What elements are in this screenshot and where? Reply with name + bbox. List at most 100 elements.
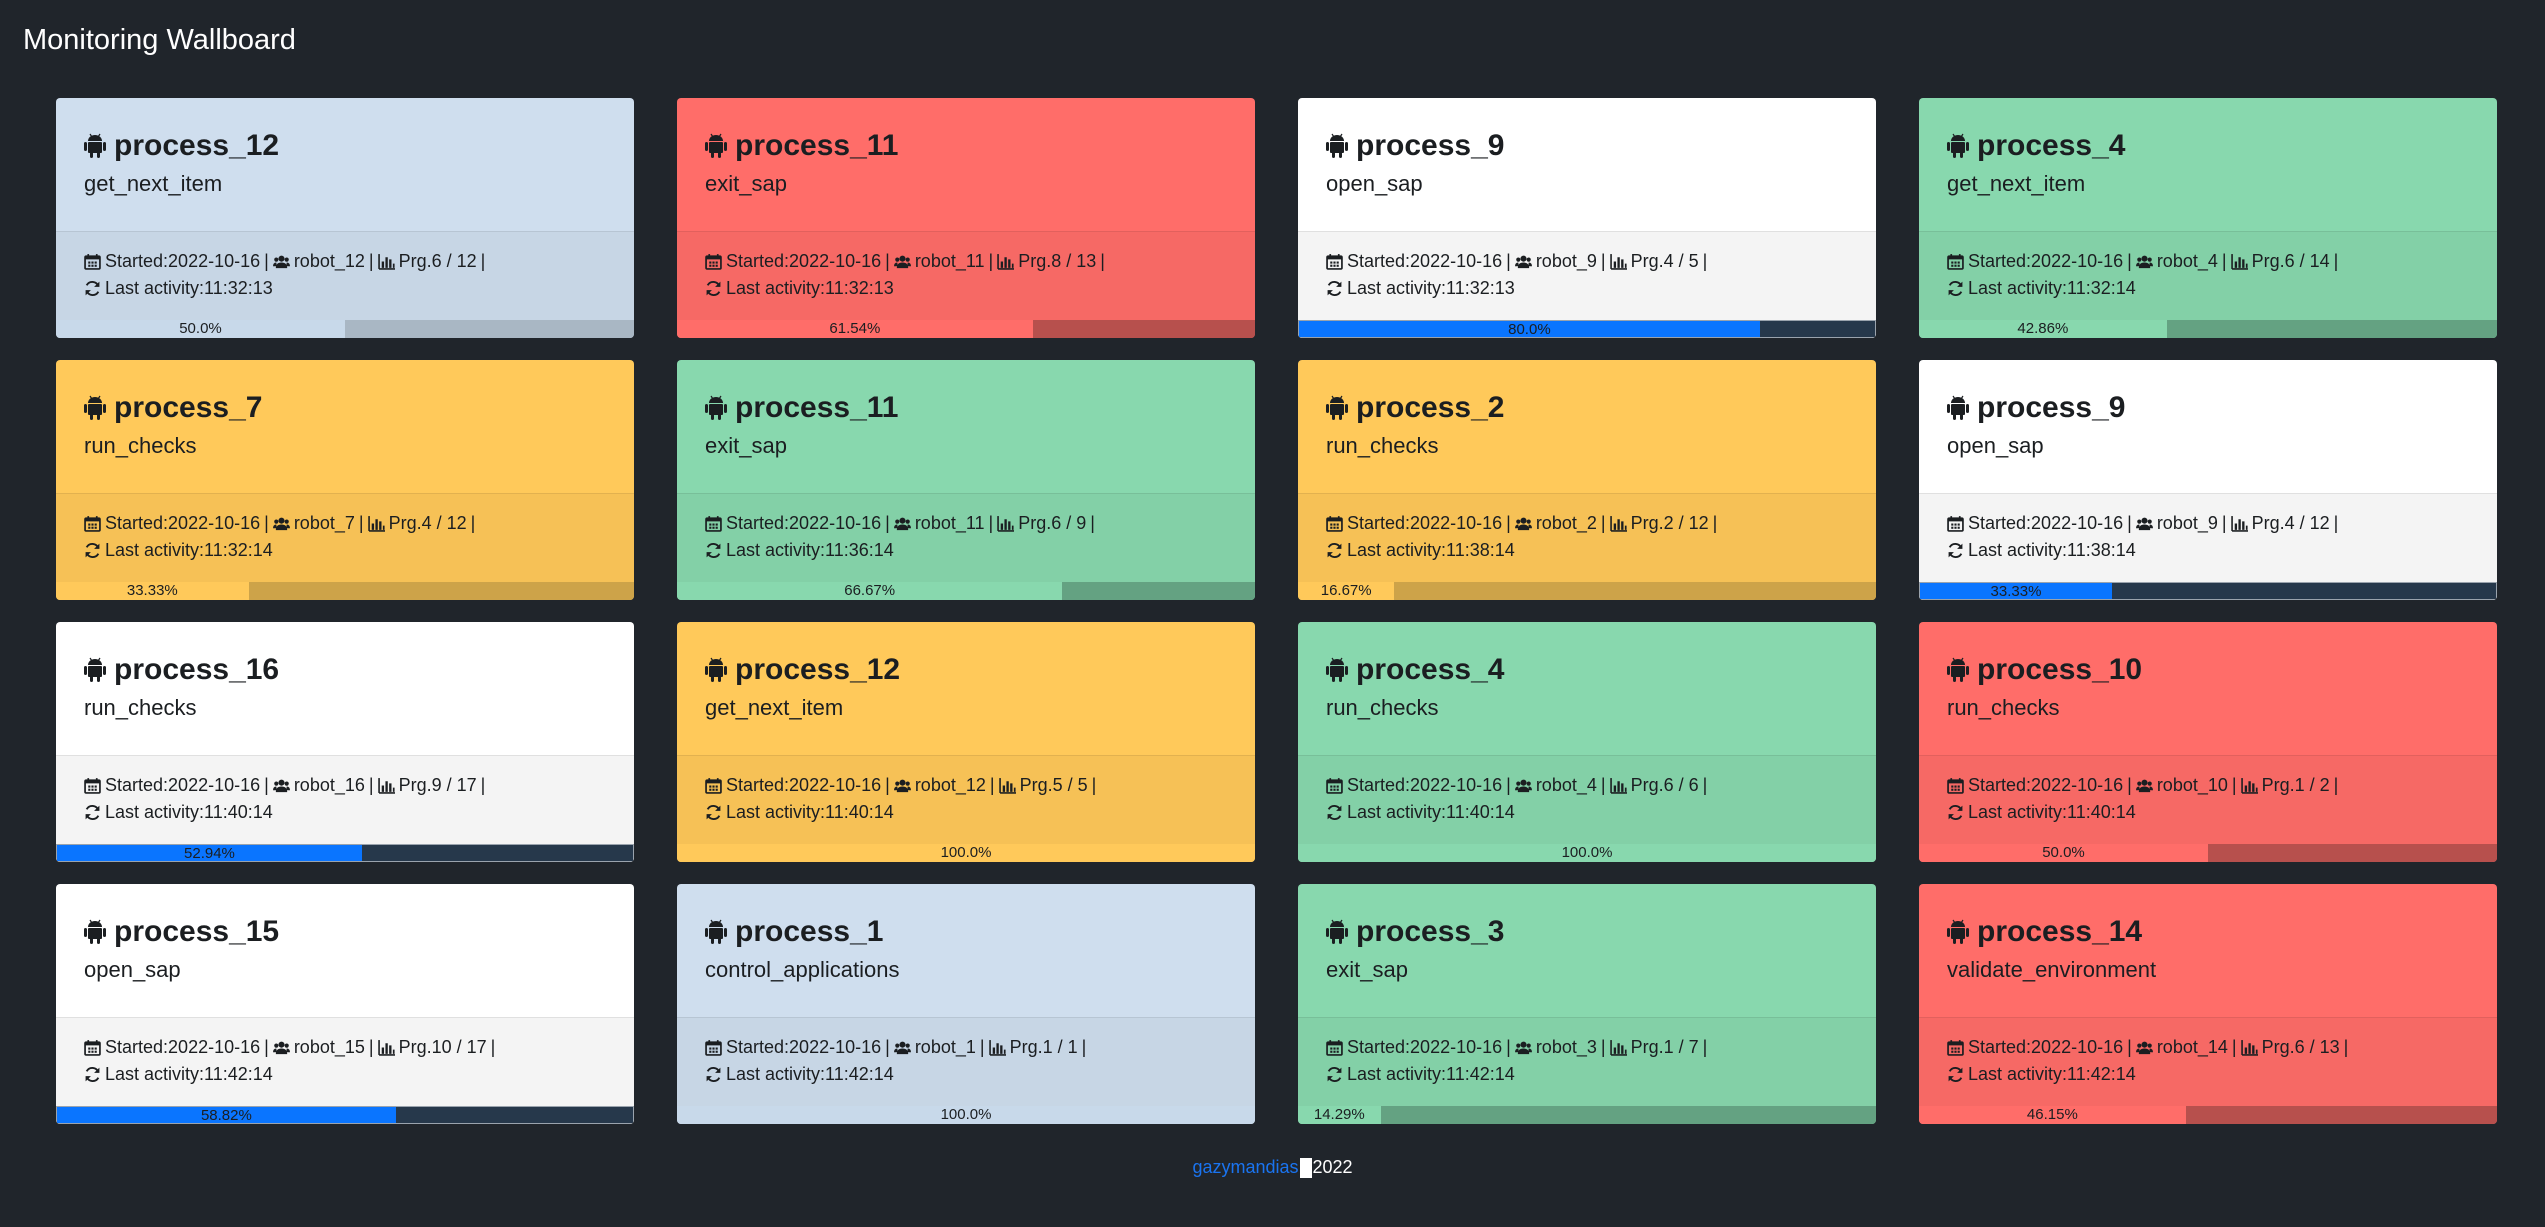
bar-chart-icon [998,778,1016,794]
calendar-icon [1947,778,1964,794]
activity-line: Last activity: 11:32:13 [84,275,606,302]
started-label: Started: [1968,775,2032,795]
process-card: process_3 exit_sap Started: 2022-10-16 | [1298,884,1876,1124]
users-icon [2135,1041,2153,1055]
users-icon [272,779,290,793]
robot-name: robot_11 [914,513,985,533]
progress-label: Prg. [2251,513,2285,533]
last-activity-label: Last activity: [1968,802,2068,822]
process-name: process_15 [114,915,280,948]
progress-percent: 33.33% [126,582,178,599]
progress-count: 6 / 6 [1663,775,1699,795]
progress-bar-remaining [2208,844,2497,862]
separator: | [2127,251,2132,271]
progress-bar-remaining [1394,582,1876,600]
android-icon [1947,657,1969,682]
started-label: Started: [1968,251,2032,271]
card-header: process_2 run_checks [1298,360,1876,493]
progress-bar-remaining [2166,320,2497,338]
robot-name: robot_11 [914,251,985,271]
progress-bar: 14.29% [1298,1106,1876,1124]
progress-bar: 52.94% [56,844,634,862]
separator: | [1600,513,1606,533]
robot-name: robot_4 [2156,251,2218,271]
progress-label: Prg. [1009,1037,1043,1057]
last-activity-label: Last activity: [1968,1064,2068,1084]
robot-name: robot_2 [1535,513,1597,533]
card-details: Started: 2022-10-16 | robot_12 | [677,755,1255,844]
progress-bar-remaining [1759,321,1875,337]
process-name: process_9 [1977,391,2126,424]
run-info-line: Started: 2022-10-16 | robot_1 | Prg. 1 /… [705,1034,1227,1061]
process-title: process_9 [1947,390,2469,426]
activity-line: Last activity: 11:40:14 [1326,799,1848,826]
page-title: Monitoring Wallboard [23,24,296,56]
run-info-line: Started: 2022-10-16 | robot_11 | [705,510,1227,537]
robot-name: robot_15 [293,1037,365,1057]
bar-chart-icon [2240,778,2258,794]
separator: | [264,513,269,533]
task-name: validate_environment [1947,957,2157,982]
last-activity-label: Last activity: [726,802,826,822]
card-details: Started: 2022-10-16 | robot_4 | Prg. 6 /… [1298,755,1876,844]
process-card: process_9 open_sap Started: 2022-10-16 | [1298,98,1876,338]
refresh-icon [85,1067,100,1082]
last-activity-time: 11:40:14 [204,802,273,822]
refresh-icon [1327,1067,1342,1082]
separator: | [1091,775,1097,795]
author-link[interactable]: gazymandias [1192,1157,1298,1177]
bar-chart-icon [2240,1040,2258,1056]
refresh-icon [1327,281,1342,296]
users-icon [2135,255,2153,269]
task-name: get_next_item [84,171,223,196]
progress-percent: 50.0% [2042,844,2085,861]
run-info-line: Started: 2022-10-16 | robot_9 | Prg. 4 /… [1326,248,1848,275]
card-header: process_14 validate_environment [1919,884,2497,1017]
separator: | [490,1037,496,1057]
activity-line: Last activity: 11:38:14 [1326,537,1848,564]
started-label: Started: [726,513,790,533]
progress-bar-remaining [1062,582,1255,600]
started-date: 2022-10-16 [168,1037,261,1057]
progress-bar-fill: 14.29% [1298,1106,1381,1124]
users-icon [1514,779,1532,793]
bar-chart-icon [1609,778,1627,794]
process-card: process_16 run_checks Started: 2022-10-1… [56,622,634,862]
bar-chart-icon [377,778,395,794]
last-activity-time: 11:38:14 [2067,540,2136,560]
calendar-icon [84,1040,101,1056]
progress-percent: 46.15% [2026,1106,2078,1123]
progress-bar-remaining [361,845,633,861]
android-icon [1326,395,1348,420]
progress-bar-fill: 46.15% [1919,1106,2186,1124]
progress-bar-remaining [1380,1106,1876,1124]
process-name: process_9 [1356,129,1505,162]
task-name: run_checks [84,695,197,720]
footer: gazymandias 2022 [0,1155,2545,1179]
calendar-icon [84,254,101,270]
users-icon [893,779,911,793]
separator: | [2127,1037,2132,1057]
progress-percent: 52.94% [184,845,235,862]
progress-label: Prg. [2261,1037,2295,1057]
last-activity-time: 11:42:14 [825,1064,894,1084]
started-label: Started: [105,775,169,795]
card-details: Started: 2022-10-16 | robot_1 | Prg. 1 /… [677,1017,1255,1106]
text-cursor [1299,1158,1312,1179]
robot-name: robot_1 [914,1037,976,1057]
last-activity-label: Last activity: [1968,278,2068,298]
task-name: exit_sap [1326,957,1408,982]
separator: | [1702,775,1708,795]
process-card: process_9 open_sap Started: 2022-10-16 | [1919,360,2497,600]
separator: | [264,1037,269,1057]
progress-count: 1 / 1 [1042,1037,1078,1057]
progress-label: Prg. [388,513,422,533]
users-icon [893,255,911,269]
started-date: 2022-10-16 [1410,775,1503,795]
started-date: 2022-10-16 [2031,1037,2124,1057]
process-title: process_10 [1947,652,2469,688]
separator: | [1702,251,1708,271]
progress-bar-remaining [2185,1106,2497,1124]
started-label: Started: [726,1037,790,1057]
separator: | [2333,513,2339,533]
